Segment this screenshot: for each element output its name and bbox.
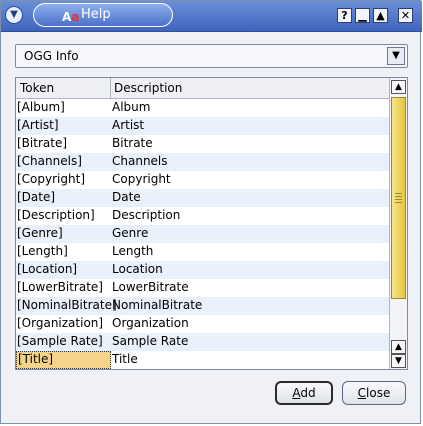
list-rows: [Album] Album [Artist] Artist [Bitrate] Bitra… [16, 99, 391, 369]
token-cell: [Channels] [17, 154, 82, 168]
token-cell: [Sample Rate] [17, 334, 103, 348]
minimize-icon[interactable]: ▁ [355, 8, 370, 23]
table-row[interactable]: [Sample Rate] Sample Rate [16, 333, 391, 351]
token-cell: [Organization] [17, 316, 104, 330]
token-cell: [Description] [17, 208, 95, 222]
token-cell: [Length] [17, 244, 68, 258]
description-cell: Bitrate [112, 136, 153, 150]
table-row[interactable]: [Organization] Organization [16, 315, 391, 333]
description-cell: Channels [112, 154, 168, 168]
table-row[interactable]: [Description] Description [16, 207, 391, 225]
add-button[interactable]: Add [275, 381, 333, 405]
table-row[interactable]: [Length] Length [16, 243, 391, 261]
scroll-up-icon[interactable]: ▲ [391, 80, 406, 94]
help-question-icon[interactable]: ? [337, 8, 352, 23]
description-cell: Title [112, 352, 138, 366]
token-cell: [Artist] [17, 118, 59, 132]
column-separator[interactable] [110, 78, 111, 98]
table-row[interactable]: [Album] Album [16, 99, 391, 117]
description-cell: Location [112, 262, 163, 276]
scroll-down-icon[interactable]: ▼ [391, 354, 406, 368]
window-title: Help [81, 7, 111, 22]
table-row[interactable]: [Title] Title [16, 351, 391, 369]
table-row[interactable]: [Date] Date [16, 189, 391, 207]
description-cell: NominalBitrate [112, 298, 203, 312]
window-menu-icon[interactable]: ▼ [5, 6, 23, 24]
token-cell: [Bitrate] [17, 136, 68, 150]
token-cell: [LowerBitrate] [17, 280, 103, 294]
maximize-icon[interactable]: ▲ [373, 8, 388, 23]
grip-icon [395, 193, 402, 205]
description-cell: Date [112, 190, 141, 204]
token-cell: [Location] [17, 262, 78, 276]
description-cell: LowerBitrate [112, 280, 189, 294]
token-cell: [Copyright] [17, 172, 85, 186]
vertical-scrollbar[interactable]: ▲ ▲ ▼ [389, 78, 407, 369]
description-cell: Length [112, 244, 154, 258]
title-pill[interactable]: Aa Help [33, 3, 173, 27]
description-cell: Artist [112, 118, 145, 132]
column-header-token[interactable]: Token [20, 81, 54, 95]
description-cell: Description [112, 208, 181, 222]
description-cell: Sample Rate [112, 334, 189, 348]
token-cell: [NominalBitrate] [17, 298, 117, 312]
description-cell: Organization [112, 316, 189, 330]
scrollbar-thumb[interactable] [391, 97, 406, 299]
token-list[interactable]: Token Description [Album] Album [Artist] Ar… [15, 77, 408, 370]
description-cell: Genre [112, 226, 149, 240]
table-row[interactable]: [Location] Location [16, 261, 391, 279]
table-row[interactable]: [Genre] Genre [16, 225, 391, 243]
chevron-down-icon[interactable]: ▼ [387, 47, 405, 65]
table-row[interactable]: [LowerBitrate] LowerBitrate [16, 279, 391, 297]
description-cell: Album [112, 100, 151, 114]
help-window: ▼ Aa Help ? ▁ ▲ ✕ OGG Info ▼ Token Descr… [0, 0, 422, 424]
table-row[interactable]: [Channels] Channels [16, 153, 391, 171]
table-row[interactable]: [Copyright] Copyright [16, 171, 391, 189]
info-type-select[interactable]: OGG Info ▼ [15, 44, 408, 68]
token-cell: [Genre] [17, 226, 63, 240]
token-cell: [Date] [17, 190, 56, 204]
table-row[interactable]: [Bitrate] Bitrate [16, 135, 391, 153]
token-cell: [Album] [17, 100, 65, 114]
title-bar[interactable]: ▼ Aa Help ? ▁ ▲ ✕ [1, 1, 422, 32]
token-cell: [Title] [16, 351, 111, 369]
scroll-up-icon[interactable]: ▲ [391, 340, 406, 354]
column-header-description[interactable]: Description [114, 81, 182, 95]
table-row[interactable]: [Artist] Artist [16, 117, 391, 135]
table-row[interactable]: [NominalBitrate] NominalBitrate [16, 297, 391, 315]
app-icon: Aa [62, 10, 80, 24]
close-button[interactable]: Close [342, 381, 406, 405]
description-cell: Copyright [112, 172, 171, 186]
info-type-value: OGG Info [24, 49, 79, 63]
close-icon[interactable]: ✕ [398, 8, 413, 23]
list-header: Token Description [16, 78, 391, 99]
